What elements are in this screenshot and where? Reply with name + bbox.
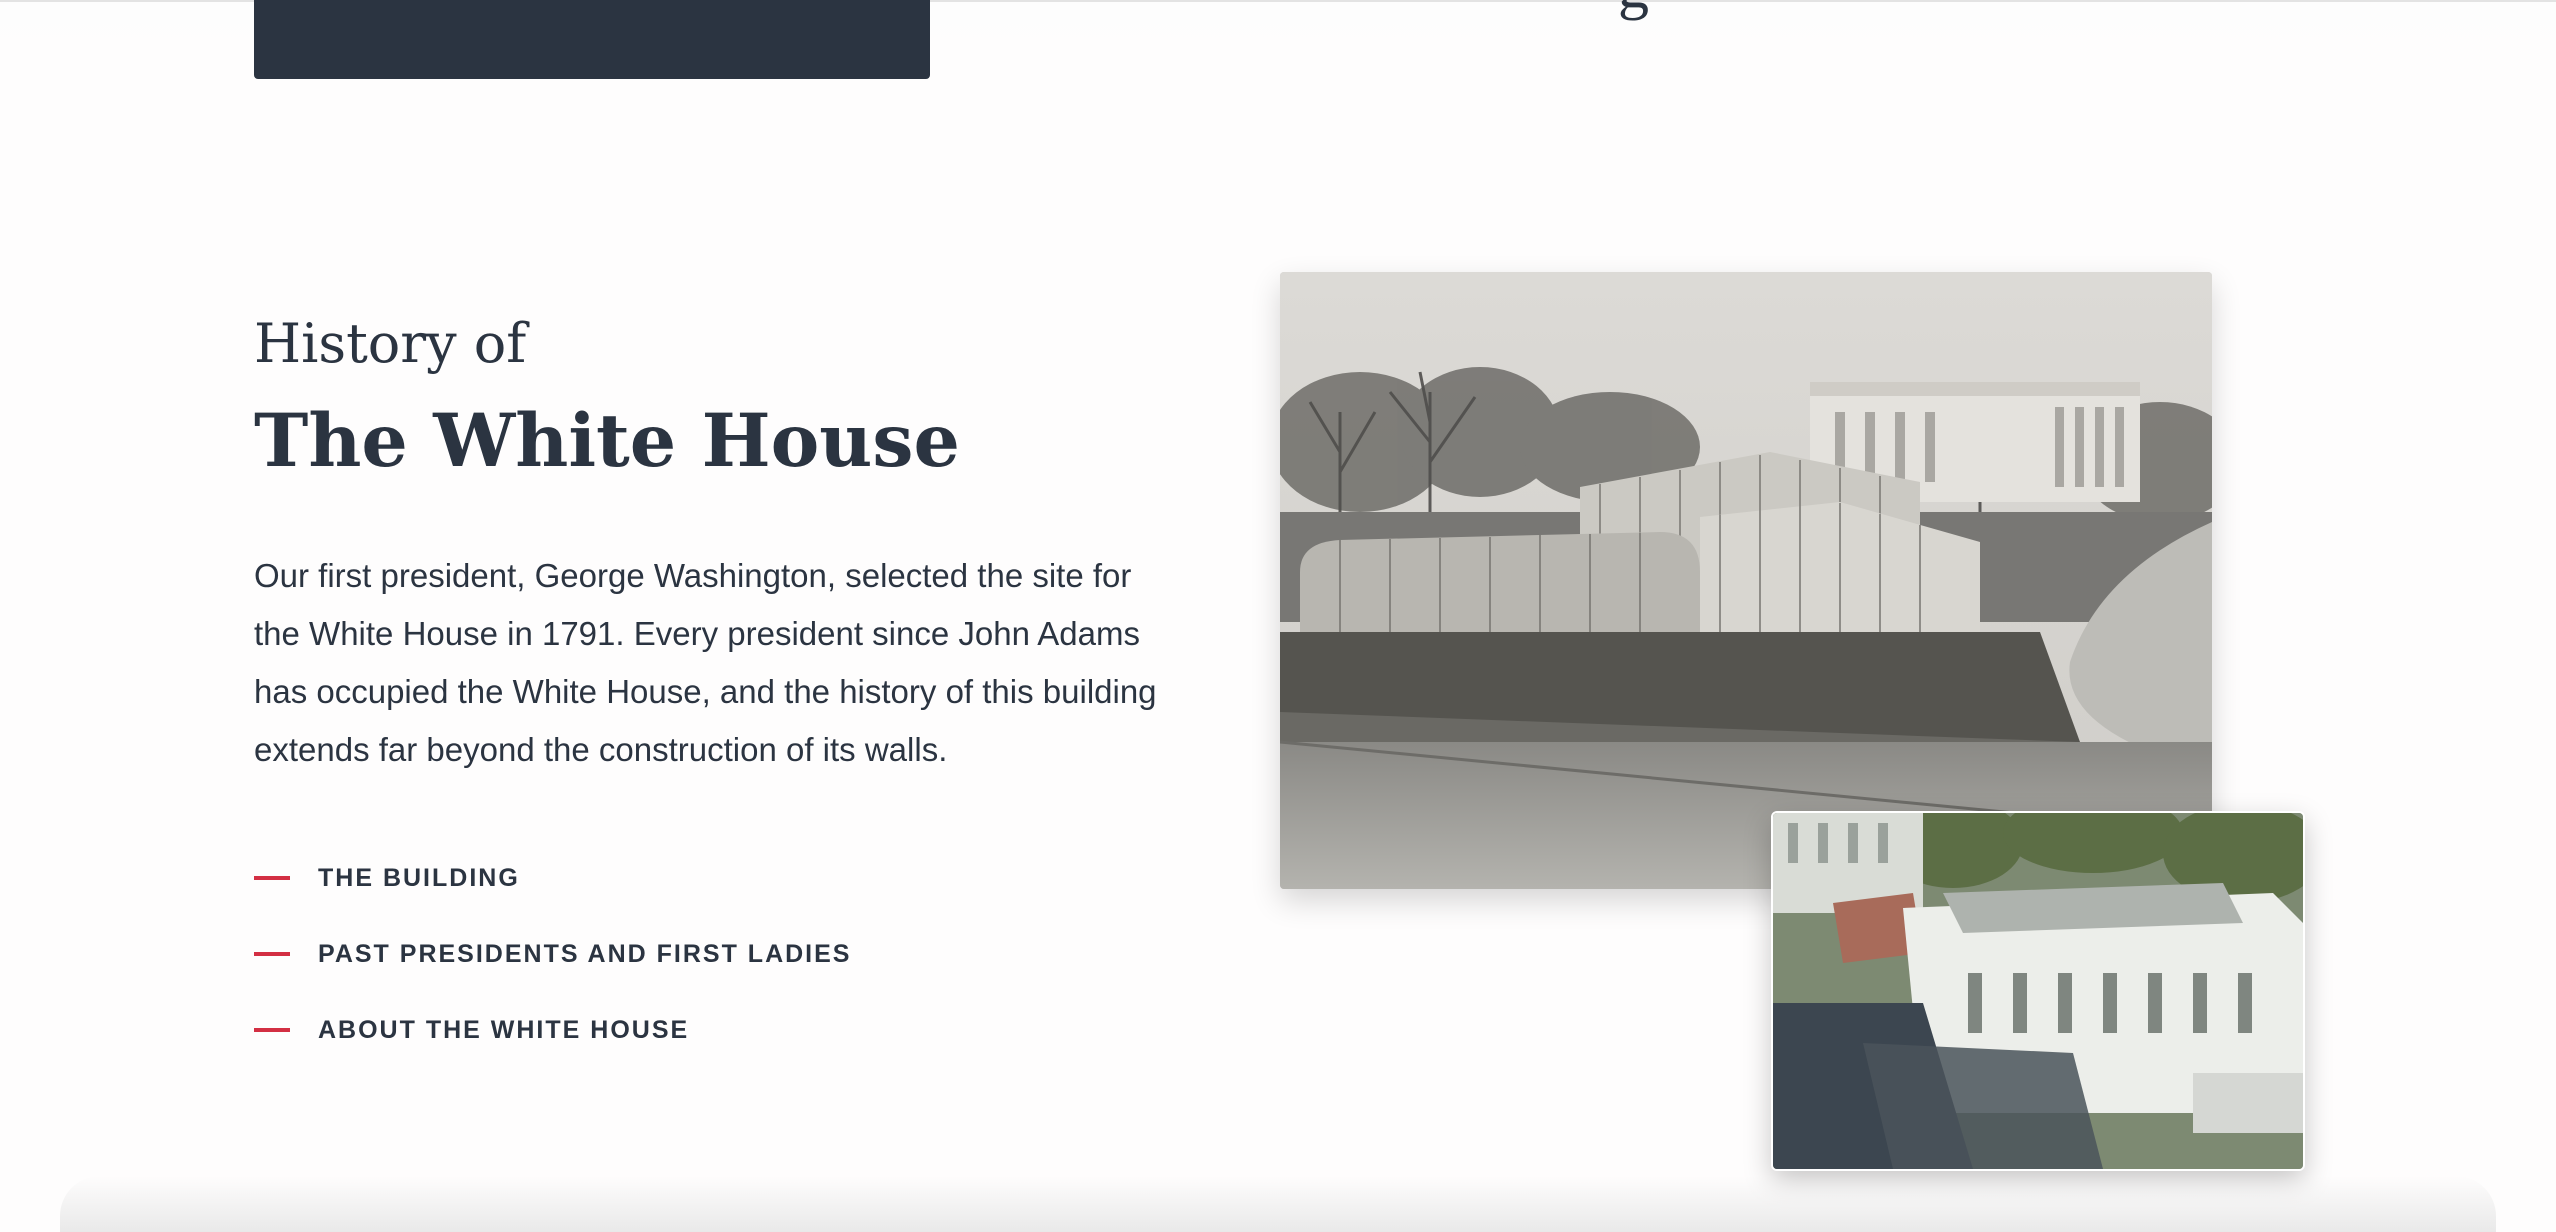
clipped-heading-glyph: g	[1618, 0, 1649, 18]
next-section-edge	[60, 1176, 2496, 1232]
history-links: THE BUILDING PAST PRESIDENTS AND FIRST L…	[254, 840, 851, 1068]
dash-icon	[254, 952, 290, 956]
section-title: The White House	[254, 398, 960, 484]
link-label: ABOUT THE WHITE HOUSE	[318, 1015, 690, 1044]
dark-header-block[interactable]	[254, 0, 930, 79]
aerial-white-house-image	[1773, 813, 2303, 1169]
historic-greenhouses-image	[1280, 272, 2212, 889]
dash-icon	[254, 876, 290, 880]
dash-icon	[254, 1028, 290, 1032]
link-label: THE BUILDING	[318, 863, 520, 892]
link-the-building[interactable]: THE BUILDING	[254, 840, 851, 916]
section-eyebrow: History of	[254, 312, 527, 375]
section-intro: Our first president, George Washington, …	[254, 557, 1157, 768]
link-about-white-house[interactable]: ABOUT THE WHITE HOUSE	[254, 992, 851, 1068]
page: g History of The White House Our first p…	[0, 0, 2556, 1232]
link-label: PAST PRESIDENTS AND FIRST LADIES	[318, 939, 852, 968]
aerial-photo	[1771, 811, 2305, 1171]
historic-photo	[1280, 272, 2212, 889]
link-past-presidents[interactable]: PAST PRESIDENTS AND FIRST LADIES	[254, 916, 851, 992]
